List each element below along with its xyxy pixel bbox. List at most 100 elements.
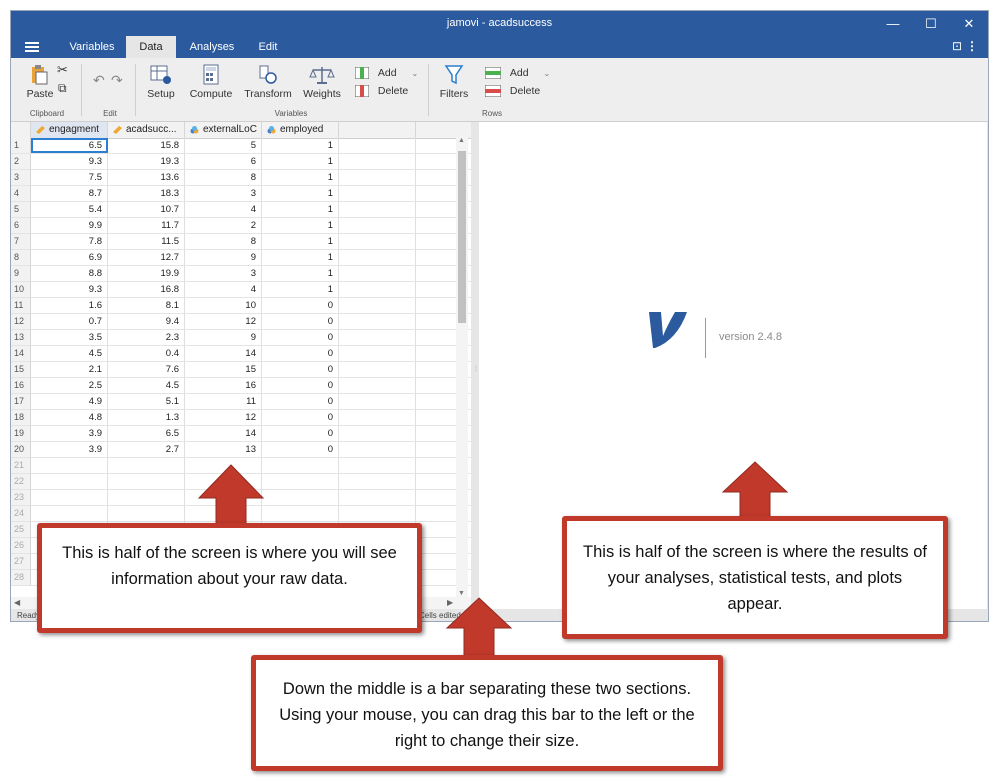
tab-edit[interactable]: Edit <box>247 36 289 58</box>
transform-button[interactable]: Transform <box>244 64 292 100</box>
table-cell[interactable] <box>339 138 416 153</box>
table-row[interactable]: 17 4.9 5.1 11 0 <box>11 394 471 410</box>
column-header-externalLoC[interactable]: externalLoC <box>185 122 262 138</box>
table-cell[interactable] <box>108 490 185 505</box>
paste-button[interactable]: Paste <box>25 64 55 100</box>
row-number[interactable]: 9 <box>11 266 31 281</box>
table-row[interactable]: 11 1.6 8.1 10 0 <box>11 298 471 314</box>
delete-row-button[interactable]: Delete <box>484 84 540 98</box>
table-cell[interactable]: 6.9 <box>31 250 108 265</box>
maximize-button[interactable]: ☐ <box>912 11 950 36</box>
table-cell[interactable]: 13.6 <box>108 170 185 185</box>
table-cell[interactable]: 1 <box>262 170 339 185</box>
table-cell[interactable] <box>31 506 108 521</box>
table-row[interactable]: 4 8.7 18.3 3 1 <box>11 186 471 202</box>
table-cell[interactable]: 2.1 <box>31 362 108 377</box>
undo-icon[interactable]: ↶ <box>93 72 105 89</box>
row-number[interactable]: 11 <box>11 298 31 313</box>
table-cell[interactable]: 0 <box>262 410 339 425</box>
table-row[interactable]: 15 2.1 7.6 15 0 <box>11 362 471 378</box>
row-number[interactable]: 2 <box>11 154 31 169</box>
table-cell[interactable]: 5.1 <box>108 394 185 409</box>
row-number[interactable]: 26 <box>11 538 31 553</box>
table-cell[interactable] <box>339 202 416 217</box>
table-cell[interactable]: 1 <box>262 266 339 281</box>
table-cell[interactable]: 4 <box>185 202 262 217</box>
table-cell[interactable]: 0 <box>262 426 339 441</box>
table-cell[interactable] <box>339 218 416 233</box>
table-cell[interactable]: 4.5 <box>31 346 108 361</box>
table-cell[interactable]: 1 <box>262 154 339 169</box>
table-cell[interactable]: 8.7 <box>31 186 108 201</box>
row-number[interactable]: 27 <box>11 554 31 569</box>
row-number[interactable]: 23 <box>11 490 31 505</box>
add-row-button[interactable]: Add ⌄ <box>484 66 551 80</box>
table-cell[interactable] <box>108 506 185 521</box>
table-cell[interactable]: 5 <box>185 138 262 153</box>
table-cell[interactable]: 0 <box>262 394 339 409</box>
table-cell[interactable]: 12 <box>185 314 262 329</box>
table-cell[interactable] <box>339 426 416 441</box>
table-cell[interactable]: 15 <box>185 362 262 377</box>
table-cell[interactable] <box>339 282 416 297</box>
table-cell[interactable] <box>339 330 416 345</box>
row-number[interactable]: 15 <box>11 362 31 377</box>
table-cell[interactable]: 9.9 <box>31 218 108 233</box>
row-number[interactable]: 21 <box>11 458 31 473</box>
table-cell[interactable]: 11.5 <box>108 234 185 249</box>
table-cell[interactable]: 3.9 <box>31 442 108 457</box>
table-cell[interactable] <box>31 458 108 473</box>
table-cell[interactable]: 2 <box>185 218 262 233</box>
table-cell[interactable]: 0 <box>262 378 339 393</box>
table-cell[interactable] <box>339 458 416 473</box>
selected-cell[interactable]: 6.5 <box>31 138 108 153</box>
table-cell[interactable]: 12 <box>185 410 262 425</box>
table-cell[interactable]: 10.7 <box>108 202 185 217</box>
tab-variables[interactable]: Variables <box>61 36 123 58</box>
table-cell[interactable]: 5.4 <box>31 202 108 217</box>
table-row[interactable]: 3 7.5 13.6 8 1 <box>11 170 471 186</box>
chevron-down-icon[interactable]: ⌄ <box>544 69 551 78</box>
delete-variable-button[interactable]: Delete <box>354 84 408 98</box>
row-number[interactable]: 20 <box>11 442 31 457</box>
table-cell[interactable]: 13 <box>185 442 262 457</box>
table-row[interactable]: 6 9.9 11.7 2 1 <box>11 218 471 234</box>
table-cell[interactable]: 8.1 <box>108 298 185 313</box>
table-cell[interactable]: 6.5 <box>108 426 185 441</box>
table-cell[interactable]: 9.3 <box>31 282 108 297</box>
row-number[interactable]: 10 <box>11 282 31 297</box>
table-cell[interactable] <box>339 170 416 185</box>
table-cell[interactable]: 0 <box>262 442 339 457</box>
table-cell[interactable] <box>339 250 416 265</box>
table-cell[interactable]: 7.8 <box>31 234 108 249</box>
table-cell[interactable] <box>339 266 416 281</box>
copy-icon[interactable]: ⧉ <box>58 81 67 96</box>
table-row[interactable]: 16 2.5 4.5 16 0 <box>11 378 471 394</box>
table-row[interactable]: 8 6.9 12.7 9 1 <box>11 250 471 266</box>
table-cell[interactable] <box>262 490 339 505</box>
pane-splitter[interactable]: ⋮ <box>471 122 479 609</box>
table-cell[interactable]: 2.3 <box>108 330 185 345</box>
table-cell[interactable]: 0 <box>262 346 339 361</box>
table-cell[interactable]: 4.9 <box>31 394 108 409</box>
corner-cell[interactable] <box>11 122 31 138</box>
table-cell[interactable]: 6 <box>185 154 262 169</box>
table-cell[interactable]: 1 <box>262 234 339 249</box>
table-row[interactable]: 13 3.5 2.3 9 0 <box>11 330 471 346</box>
table-cell[interactable]: 9.3 <box>31 154 108 169</box>
table-cell[interactable]: 9 <box>185 250 262 265</box>
table-cell[interactable]: 16.8 <box>108 282 185 297</box>
table-cell[interactable]: 1.6 <box>31 298 108 313</box>
table-cell[interactable]: 7.5 <box>31 170 108 185</box>
column-header-employed[interactable]: employed <box>262 122 339 138</box>
table-cell[interactable] <box>108 474 185 489</box>
table-cell[interactable] <box>262 506 339 521</box>
table-cell[interactable]: 3 <box>185 186 262 201</box>
table-cell[interactable]: 4.8 <box>31 410 108 425</box>
tab-analyses[interactable]: Analyses <box>181 36 243 58</box>
table-cell[interactable] <box>339 442 416 457</box>
table-cell[interactable]: 0.7 <box>31 314 108 329</box>
table-cell[interactable]: 11.7 <box>108 218 185 233</box>
compute-button[interactable]: Compute <box>189 64 233 100</box>
table-cell[interactable] <box>339 506 416 521</box>
